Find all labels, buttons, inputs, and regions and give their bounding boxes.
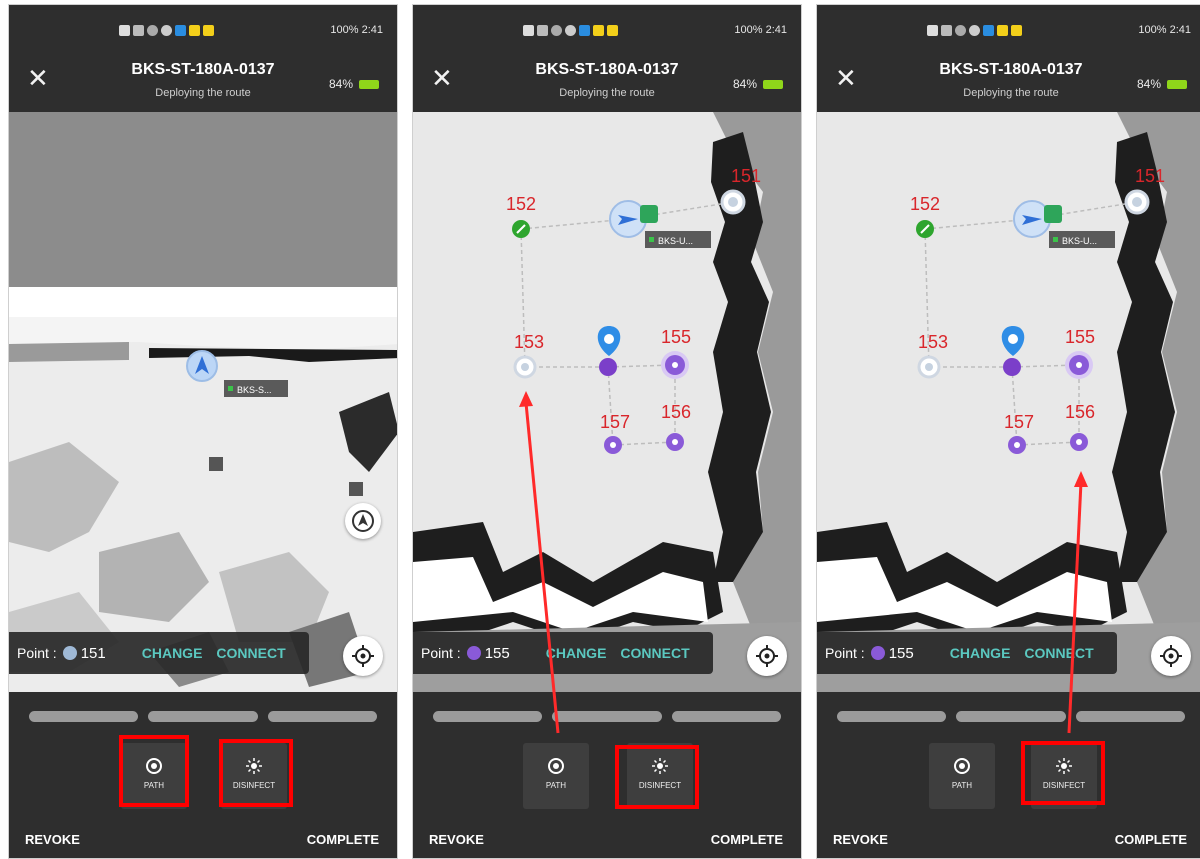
point-label: Point :	[17, 645, 57, 661]
annotation-arrow	[519, 391, 560, 734]
robot-tag: BKS-S...	[237, 385, 272, 395]
navigation-arrow-icon	[352, 510, 374, 532]
battery-icon	[359, 79, 379, 89]
phone-screen-2: 100% 2:41 ✕ BKS-ST-180A-0137 Deploying t…	[412, 4, 802, 859]
point-dot-icon	[62, 646, 77, 660]
point-value: 151	[80, 644, 106, 662]
locate-button[interactable]	[343, 636, 383, 676]
header: ✕ BKS-ST-180A-0137 Deploying the route 8…	[9, 55, 397, 111]
occupancy-map: BKS-S...	[9, 112, 397, 692]
battery-indicator: 84%	[329, 77, 379, 91]
crosshair-icon	[352, 645, 374, 667]
connect-button[interactable]: CONNECT	[216, 645, 285, 661]
wifi-icon	[147, 25, 158, 36]
notification-icon	[119, 25, 130, 36]
app-icon	[203, 25, 214, 36]
change-button[interactable]: CHANGE	[142, 645, 203, 661]
revoke-button[interactable]: REVOKE	[833, 832, 888, 847]
status-icons	[119, 25, 214, 36]
step-segment	[148, 711, 258, 722]
step-segment	[29, 711, 139, 722]
battery-percent: 84%	[328, 77, 353, 91]
revoke-button[interactable]: REVOKE	[429, 832, 484, 847]
phone-screen-1: 100% 2:41 ✕ BKS-ST-180A-0137 Deploying t…	[8, 4, 398, 859]
status-time: 100% 2:41	[330, 24, 383, 36]
signal-icon	[133, 25, 144, 36]
annotation-arrow	[1067, 471, 1088, 734]
step-progress	[29, 711, 377, 722]
map-canvas[interactable]: BKS-S...	[9, 112, 397, 692]
app-icon	[161, 25, 172, 36]
complete-button[interactable]: COMPLETE	[1115, 832, 1187, 847]
app-icon	[189, 25, 200, 36]
compass-button[interactable]	[345, 503, 381, 539]
complete-button[interactable]: COMPLETE	[711, 832, 783, 847]
phone-screen-3: 100% 2:41 ✕ BKS-ST-180A-0137 Deploying t…	[816, 4, 1200, 859]
app-icon	[175, 25, 186, 36]
step-segment	[267, 711, 377, 722]
revoke-button[interactable]: REVOKE	[25, 832, 80, 847]
status-bar: 100% 2:41	[9, 5, 397, 55]
highlight-box	[219, 739, 293, 807]
complete-button[interactable]: COMPLETE	[307, 832, 379, 847]
highlight-box	[119, 735, 189, 807]
point-selector-bar: Point : 151 CHANGE CONNECT	[9, 632, 309, 674]
